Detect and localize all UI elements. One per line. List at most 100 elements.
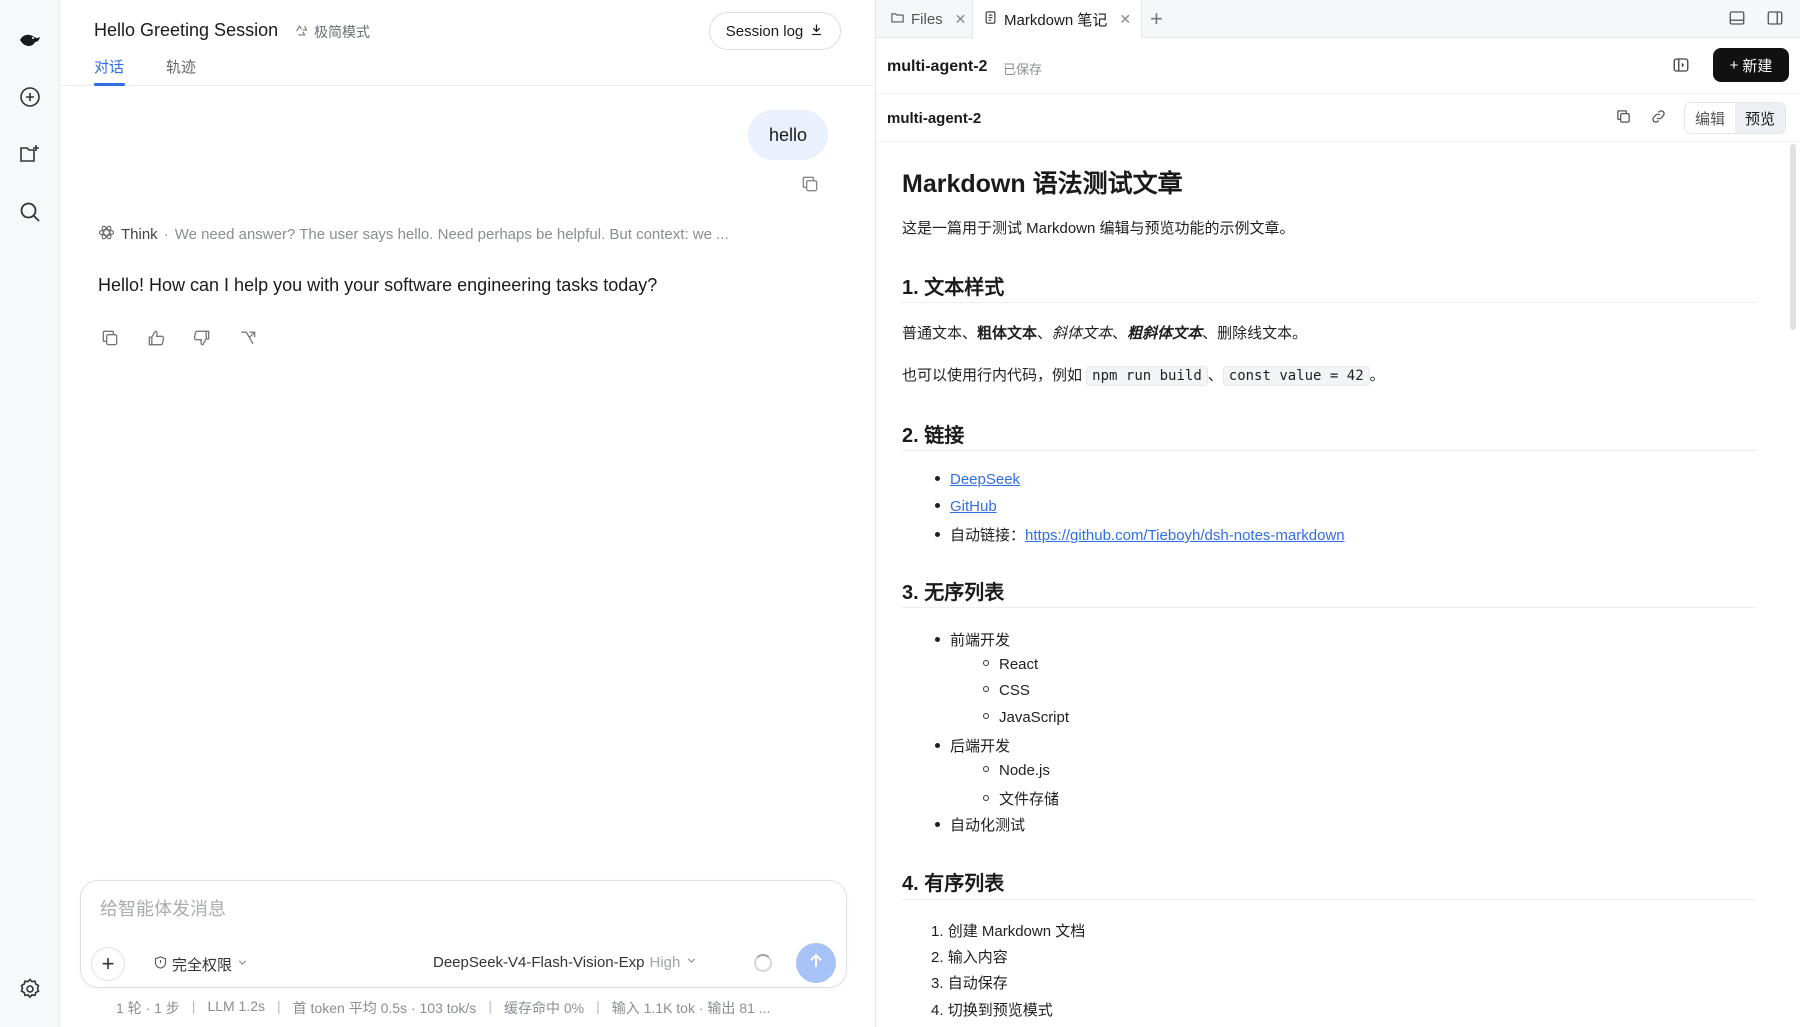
whale-logo-icon[interactable] — [11, 21, 49, 59]
list-item: 自动化测试 — [935, 814, 1025, 835]
link-deepseek[interactable]: DeepSeek — [950, 471, 1020, 488]
search-icon[interactable] — [11, 193, 49, 231]
close-icon[interactable]: ✕ — [955, 11, 967, 28]
tab-trace[interactable]: 轨迹 — [166, 56, 196, 77]
list-item: 4. 切换到预览模式 — [931, 1002, 1053, 1019]
thumbs-up-icon[interactable] — [144, 326, 168, 350]
message-input[interactable] — [100, 899, 820, 920]
md-section-text-styles: 1. 文本样式 — [902, 277, 1005, 299]
sidebar-toggle-icon[interactable] — [1672, 56, 1690, 78]
inline-code: const value = 42 — [1222, 366, 1370, 386]
tab-conversation[interactable]: 对话 — [94, 56, 124, 77]
file-tabbar: Files ✕ Markdown 笔记 ✕ + — [876, 0, 1800, 38]
atom-icon — [98, 224, 115, 245]
md-heading-1: Markdown 语法测试文章 — [902, 170, 1183, 198]
tab-markdown-label: Markdown 笔记 — [1004, 11, 1108, 29]
session-log-label: Session log — [725, 22, 804, 40]
edit-toggle[interactable]: 编辑 — [1685, 103, 1735, 133]
stat-tokens: 输入 1.1K tok · 输出 81 ... — [611, 1000, 771, 1016]
saved-status: 已保存 — [1003, 62, 1043, 77]
settings-icon[interactable] — [11, 970, 49, 1008]
document-title: multi-agent-2 — [887, 58, 988, 75]
markdown-preview: Markdown 语法测试文章 这是一篇用于测试 Markdown 编辑与预览功… — [902, 142, 1757, 1027]
list-item: Node.js — [983, 762, 1050, 779]
session-stats: 1 轮 · 1 步 | LLM 1.2s | 首 token 平均 0.5s ·… — [116, 998, 771, 1016]
bottom-panel-icon[interactable] — [1728, 9, 1746, 31]
think-summary[interactable]: Think · We need answer? The user says he… — [98, 224, 729, 245]
md-text-styles-line: 普通文本、粗体文本、斜体文本、粗斜体文本、删除线文本。 — [902, 325, 1308, 342]
stat-cache: 缓存命中 0% — [503, 1000, 585, 1016]
copy-icon[interactable] — [1615, 108, 1632, 129]
inline-code: npm run build — [1086, 366, 1208, 386]
scrollbar[interactable] — [1790, 144, 1796, 330]
branch-icon[interactable] — [236, 326, 260, 350]
list-item: 前端开发 — [935, 629, 1010, 650]
files-panel: Files ✕ Markdown 笔记 ✕ + multi-agent-2 已保… — [876, 0, 1800, 1027]
think-separator: · — [163, 226, 169, 243]
loading-spinner-icon — [754, 954, 772, 972]
message-composer: + 完全权限 DeepSeek-V4-Flash-Vision-Exp High — [80, 880, 847, 988]
arrow-up-icon — [806, 951, 826, 975]
right-panel-icon[interactable] — [1766, 9, 1784, 31]
new-project-icon[interactable] — [11, 135, 49, 173]
copy-icon[interactable] — [800, 174, 820, 198]
preview-toggle[interactable]: 预览 — [1735, 103, 1786, 133]
document-subtitle: multi-agent-2 — [887, 110, 982, 127]
permission-dropdown[interactable]: 完全权限 — [153, 954, 249, 975]
folder-icon — [890, 10, 905, 29]
model-selector[interactable]: DeepSeek-V4-Flash-Vision-Exp High — [433, 954, 698, 971]
stat-rounds: 1 轮 · 1 步 — [116, 1000, 180, 1016]
window-icons — [1728, 9, 1784, 31]
model-effort: High — [649, 954, 681, 971]
close-icon[interactable]: ✕ — [1119, 11, 1131, 28]
new-chat-icon[interactable] — [11, 78, 49, 116]
edit-preview-switch: 编辑 预览 — [1684, 102, 1787, 134]
tab-files-label: Files — [911, 10, 943, 28]
plus-icon: + — [1729, 56, 1739, 74]
md-section-ordered-list: 4. 有序列表 — [902, 873, 1005, 895]
new-button[interactable]: + 新建 — [1713, 48, 1789, 82]
list-item: JavaScript — [983, 709, 1069, 726]
tab-markdown-notes[interactable]: Markdown 笔记 ✕ — [972, 0, 1143, 38]
md-inline-code-line: 也可以使用行内代码，例如 npm run build、 const value =… — [902, 366, 1385, 386]
thumbs-down-icon[interactable] — [190, 326, 214, 350]
message-actions — [98, 326, 260, 350]
link-github[interactable]: GitHub — [950, 498, 997, 515]
think-preview: We need answer? The user says hello. Nee… — [174, 226, 729, 243]
md-section-unordered-list: 3. 无序列表 — [902, 582, 1005, 604]
recycle-icon — [294, 23, 309, 41]
list-item: 2. 输入内容 — [931, 949, 1008, 966]
user-message-bubble: hello — [748, 110, 828, 160]
think-label: Think — [121, 226, 158, 243]
tab-files[interactable]: Files ✕ — [880, 0, 976, 38]
model-name: DeepSeek-V4-Flash-Vision-Exp — [433, 954, 645, 971]
chevron-down-icon — [685, 954, 698, 971]
document-header: multi-agent-2 已保存 + 新建 — [876, 38, 1800, 94]
chat-header: Hello Greeting Session 极简模式 Session log … — [60, 0, 875, 86]
mode-label: 极简模式 — [314, 24, 370, 40]
chevron-down-icon — [236, 956, 249, 973]
permission-label: 完全权限 — [172, 957, 233, 974]
assistant-message: Hello! How can I help you with your soft… — [98, 275, 658, 295]
list-item: 文件存储 — [983, 788, 1059, 809]
session-log-button[interactable]: Session log — [709, 12, 841, 50]
link-icon[interactable] — [1650, 108, 1667, 129]
list-item: GitHub — [935, 498, 997, 515]
add-tab-icon[interactable]: + — [1150, 6, 1163, 32]
download-icon — [809, 22, 824, 41]
stat-first-token: 首 token 平均 0.5s · 103 tok/s — [292, 1000, 477, 1016]
md-section-links: 2. 链接 — [902, 425, 965, 447]
copy-icon[interactable] — [98, 326, 122, 350]
list-item: CSS — [983, 682, 1030, 699]
new-button-label: 新建 — [1742, 57, 1773, 75]
session-title: Hello Greeting Session — [94, 20, 279, 40]
list-item: React — [983, 656, 1038, 673]
link-autolink[interactable]: https://github.com/Tieboyh/dsh-notes-mar… — [1025, 527, 1345, 544]
document-icon — [983, 10, 998, 29]
list-item: DeepSeek — [935, 471, 1020, 488]
mode-chip[interactable]: 极简模式 — [294, 22, 370, 42]
send-button[interactable] — [796, 943, 836, 983]
plus-icon: + — [101, 951, 115, 976]
chat-panel: Hello Greeting Session 极简模式 Session log … — [60, 0, 875, 1027]
attach-button[interactable]: + — [91, 947, 125, 981]
